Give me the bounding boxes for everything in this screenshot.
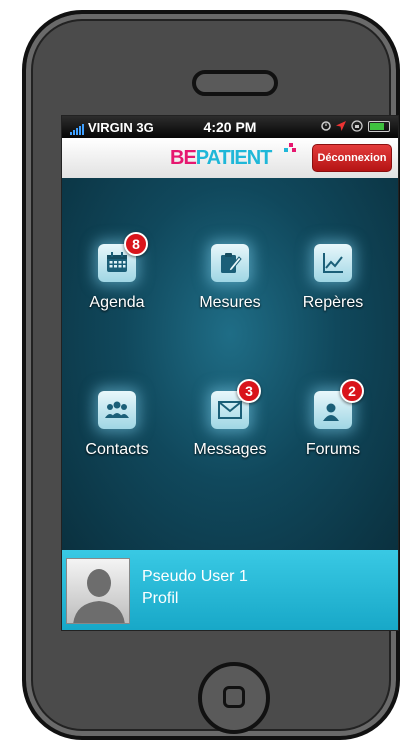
dashboard-grid: 8 Agenda Mesures Repères Contacts 3 Mess…	[62, 178, 398, 568]
logout-button[interactable]: Déconnexion	[312, 144, 392, 172]
status-bar: VIRGIN 3G 4:20 PM	[62, 116, 398, 138]
tile-label-contacts: Contacts	[85, 441, 149, 458]
battery-icon	[368, 120, 390, 132]
tile-messages[interactable]: 3 Messages	[180, 379, 280, 459]
home-button[interactable]	[198, 662, 270, 734]
avatar	[66, 558, 130, 624]
profile-link[interactable]: Profil	[142, 588, 248, 610]
tile-label-reperes: Repères	[302, 294, 364, 311]
screen: VIRGIN 3G 4:20 PM BEPATIENT Déconnexion	[61, 115, 399, 631]
tile-mesures[interactable]: Mesures	[180, 244, 280, 312]
tile-label-forums: Forums	[305, 441, 361, 458]
tile-label-messages: Messages	[193, 441, 267, 458]
app-header: BEPATIENT Déconnexion	[62, 138, 398, 179]
logo-dots-icon	[284, 143, 296, 153]
chart-icon	[314, 244, 352, 282]
people-icon	[98, 391, 136, 429]
tile-contacts[interactable]: Contacts	[67, 391, 167, 459]
alarm-icon	[321, 121, 331, 131]
user-silhouette-icon	[73, 569, 125, 623]
home-square-icon	[223, 686, 245, 708]
notepad-icon	[211, 244, 249, 282]
rotation-lock-icon	[351, 120, 363, 132]
speaker-slot	[192, 70, 278, 96]
tile-label-agenda: Agenda	[89, 294, 145, 311]
location-arrow-icon	[336, 121, 346, 131]
status-icons	[321, 120, 390, 132]
envelope-icon: 3	[211, 379, 261, 429]
tile-reperes[interactable]: Repères	[283, 244, 383, 312]
agenda-badge: 8	[124, 232, 148, 256]
profile-name: Pseudo User 1	[142, 568, 248, 585]
profile-bar[interactable]: Pseudo User 1 Profil	[62, 550, 398, 630]
tile-agenda[interactable]: 8 Agenda	[67, 232, 167, 312]
messages-badge: 3	[237, 379, 261, 403]
chat-icon: 2	[314, 379, 364, 429]
forums-badge: 2	[340, 379, 364, 403]
bepatient-logo: BEPATIENT	[170, 147, 272, 169]
calendar-icon: 8	[98, 232, 148, 282]
tile-forums[interactable]: 2 Forums	[283, 379, 383, 459]
profile-text: Pseudo User 1 Profil	[142, 566, 248, 610]
tile-label-mesures: Mesures	[199, 294, 261, 311]
